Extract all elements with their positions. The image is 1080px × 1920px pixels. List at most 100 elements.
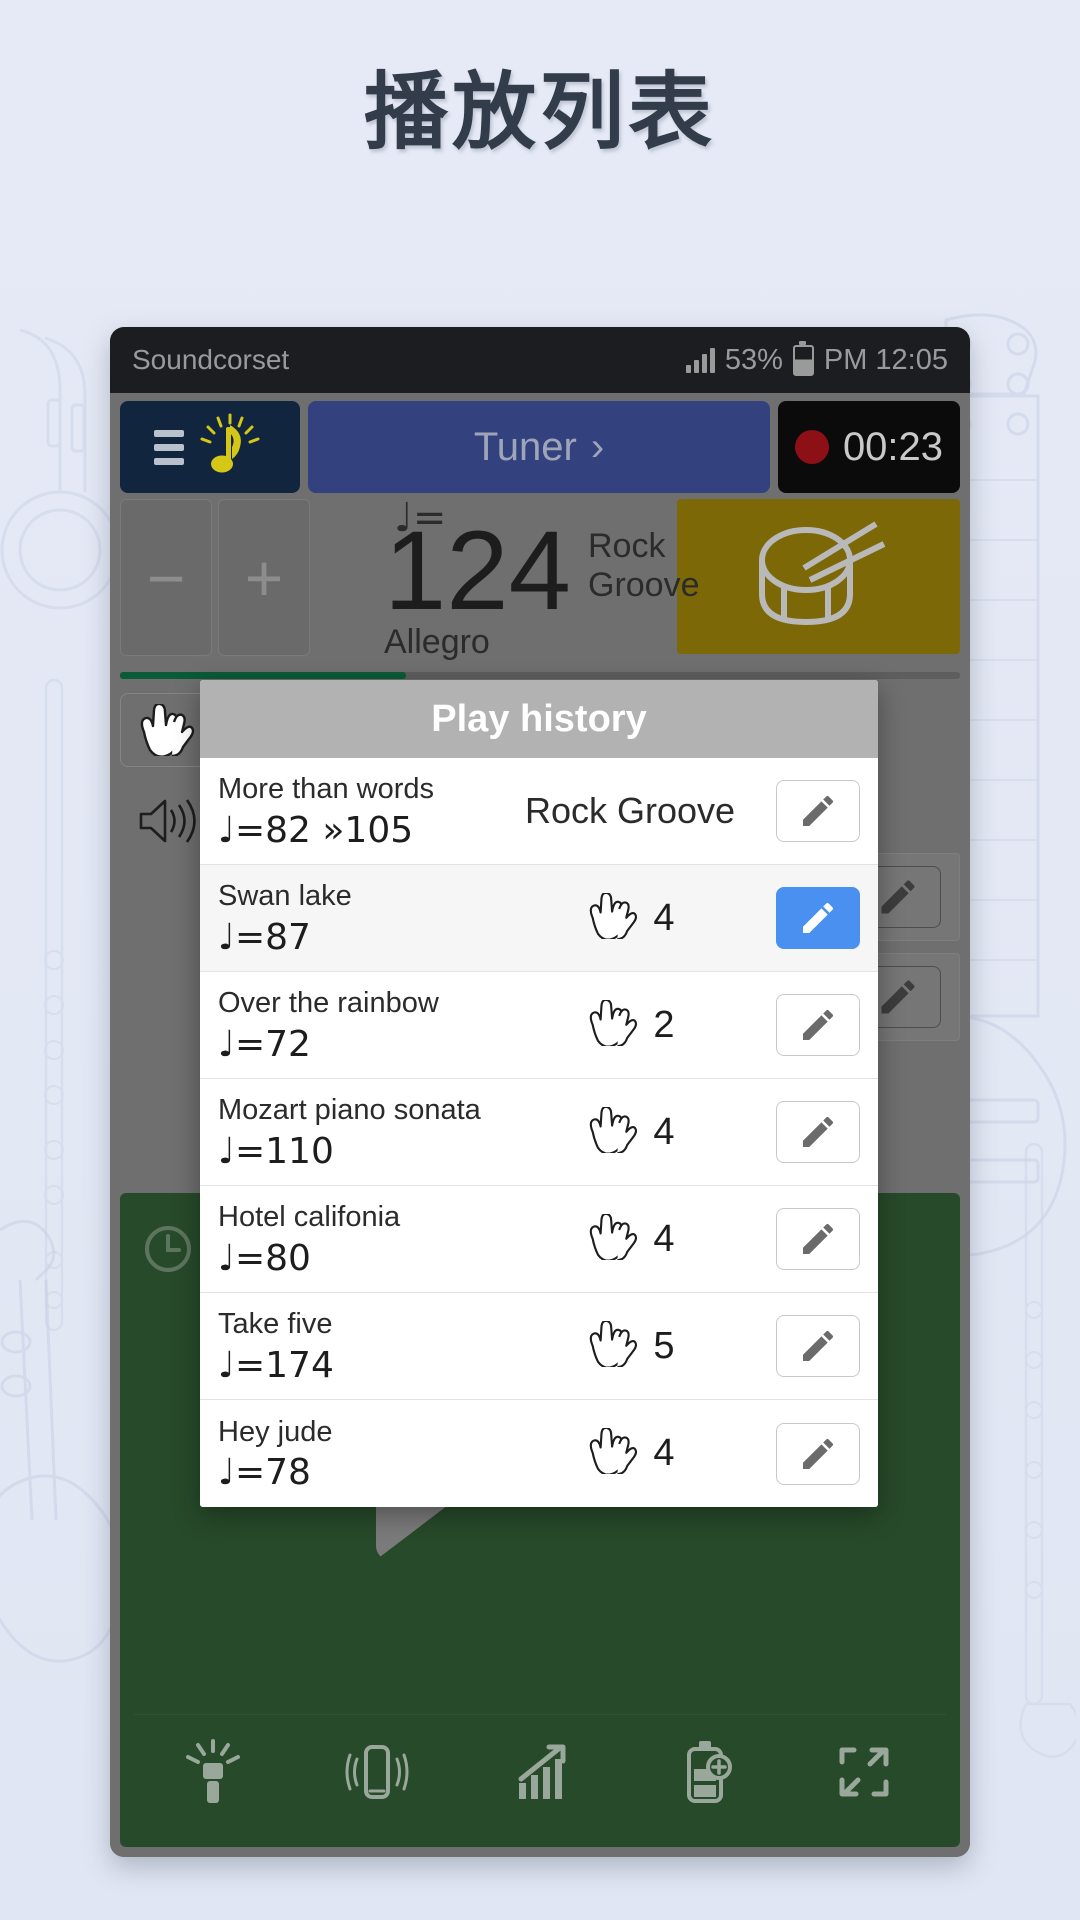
history-row-middle: 2: [484, 998, 776, 1051]
history-row-bpm: ♩=78: [218, 1452, 311, 1494]
fullscreen-icon[interactable]: [832, 1740, 896, 1809]
edit-button[interactable]: [776, 994, 860, 1056]
table-row[interactable]: Hotel califonia ♩=80 4: [200, 1186, 878, 1293]
pencil-icon: [803, 1330, 834, 1361]
table-row[interactable]: Mozart piano sonata ♩=110 4: [200, 1079, 878, 1186]
history-row-title: Hey jude: [218, 1415, 333, 1448]
status-bar: Soundcorset 53% PM 12:05: [110, 327, 970, 393]
history-row-bpm: ♩=82 »105: [218, 809, 414, 851]
history-row-title: Over the rainbow: [218, 987, 439, 1020]
edit-button[interactable]: [776, 1101, 860, 1163]
history-row-middle: Rock Groove: [484, 790, 776, 832]
trend-chart-icon[interactable]: [511, 1739, 577, 1810]
table-row[interactable]: Hey jude ♩=78 4: [200, 1400, 878, 1507]
oboe-watermark-icon: [996, 1130, 1076, 1770]
status-bar-app-name: Soundcorset: [132, 344, 290, 375]
pencil-icon: [803, 1116, 834, 1147]
tuner-button[interactable]: Tuner ›: [308, 401, 770, 493]
history-row-title: Swan lake: [218, 880, 352, 913]
page-title: 播放列表: [363, 63, 716, 161]
edit-button[interactable]: [776, 1208, 860, 1270]
battery-plus-icon[interactable]: [677, 1737, 733, 1812]
clock-label: PM 12:05: [823, 343, 948, 376]
history-row-bpm: ♩=110: [218, 1130, 334, 1172]
history-row-info: Hotel califonia ♩=80: [218, 1199, 484, 1278]
groove-name: Rock Groove: [588, 527, 700, 605]
history-row-beats: 4: [653, 1432, 675, 1474]
hands-icon: [585, 1212, 641, 1265]
beat-progress-bar: [120, 672, 960, 679]
tuner-label: Tuner: [473, 424, 577, 469]
chevron-right-icon: ›: [590, 424, 605, 469]
history-row-info: Mozart piano sonata ♩=110: [218, 1092, 484, 1171]
pencil-icon: [803, 1438, 834, 1469]
flashlight-icon[interactable]: [184, 1737, 242, 1812]
history-row-beats: 4: [653, 1217, 675, 1260]
record-dot-icon: [794, 430, 829, 464]
history-row-bpm: ♩=174: [218, 1344, 334, 1386]
history-row-beats: 4: [653, 1110, 675, 1153]
table-row[interactable]: More than words ♩=82 »105 Rock Groove: [200, 758, 878, 865]
history-row-info: Over the rainbow ♩=72: [218, 985, 484, 1064]
table-row[interactable]: Take five ♩=174 5: [200, 1293, 878, 1400]
dialog-title: Play history: [200, 680, 878, 758]
bpm-value: 124: [384, 508, 571, 633]
signal-icon: [685, 347, 715, 373]
table-row[interactable]: Swan lake ♩=87 4: [200, 865, 878, 972]
battery-percent-label: 53%: [724, 343, 783, 376]
groove-name-line1: Rock: [588, 527, 666, 565]
clock-icon: [142, 1223, 194, 1280]
top-button-row: Tuner › 00:23: [110, 393, 970, 493]
history-row-title: Hotel califonia: [218, 1201, 401, 1234]
tempo-increase-button[interactable]: +: [218, 499, 310, 656]
hands-icon: [585, 1426, 641, 1479]
record-time-label: 00:23: [842, 424, 944, 469]
history-row-title: Mozart piano sonata: [218, 1094, 481, 1127]
bottom-tool-bar: [134, 1714, 946, 1833]
history-row-groove: Rock Groove: [524, 790, 736, 831]
hands-icon: [136, 704, 198, 756]
history-row-bpm: ♩=87: [218, 916, 311, 958]
menu-metronome-button[interactable]: [120, 401, 300, 493]
hands-icon: [585, 891, 641, 944]
tempo-row: − + ♩= 124 Rock Groove Allegro: [110, 493, 970, 661]
history-row-info: More than words ♩=82 »105: [218, 771, 484, 850]
edit-button[interactable]: [776, 1422, 860, 1485]
history-row-middle: 4: [484, 1426, 776, 1479]
battery-icon: [792, 340, 814, 376]
hands-icon: [585, 998, 641, 1051]
edit-button[interactable]: [776, 1315, 860, 1377]
edit-button[interactable]: [776, 887, 860, 949]
status-bar-right: 53% PM 12:05: [685, 340, 948, 377]
groove-name-line2: Groove: [588, 566, 700, 605]
sound-volume-button[interactable]: [120, 785, 212, 857]
pencil-icon: [803, 1223, 834, 1254]
hands-icon: [585, 1105, 641, 1158]
snare-drum-icon: [744, 514, 894, 639]
beat-progress-fill: [120, 672, 406, 679]
table-row[interactable]: Over the rainbow ♩=72 2: [200, 972, 878, 1079]
hamburger-icon: [154, 429, 184, 465]
history-row-info: Hey jude ♩=78: [218, 1414, 484, 1493]
history-row-middle: 4: [484, 1105, 776, 1158]
pencil-icon: [803, 1009, 834, 1040]
speaker-icon: [135, 795, 197, 847]
pencil-icon: [803, 902, 834, 933]
drum-groove-button[interactable]: [677, 499, 960, 654]
edit-button[interactable]: [776, 780, 860, 842]
pencil-icon: [803, 795, 834, 826]
history-row-info: Take five ♩=174: [218, 1306, 484, 1385]
history-row-middle: 4: [484, 891, 776, 944]
tempo-marking: Allegro: [384, 623, 490, 661]
history-row-info: Swan lake ♩=87: [218, 878, 484, 957]
history-row-bpm: ♩=72: [218, 1023, 311, 1065]
tempo-decrease-button[interactable]: −: [120, 499, 212, 656]
bpm-display[interactable]: ♩= 124 Rock Groove Allegro: [316, 495, 700, 661]
hands-icon: [585, 1319, 641, 1372]
history-row-middle: 5: [484, 1319, 776, 1372]
record-button[interactable]: 00:23: [778, 401, 960, 493]
history-row-beats: 2: [653, 1003, 675, 1046]
play-history-dialog: Play history More than words ♩=82 »105 R…: [200, 680, 878, 1507]
metronome-note-icon: [194, 409, 266, 486]
vibrate-icon[interactable]: [341, 1737, 411, 1812]
